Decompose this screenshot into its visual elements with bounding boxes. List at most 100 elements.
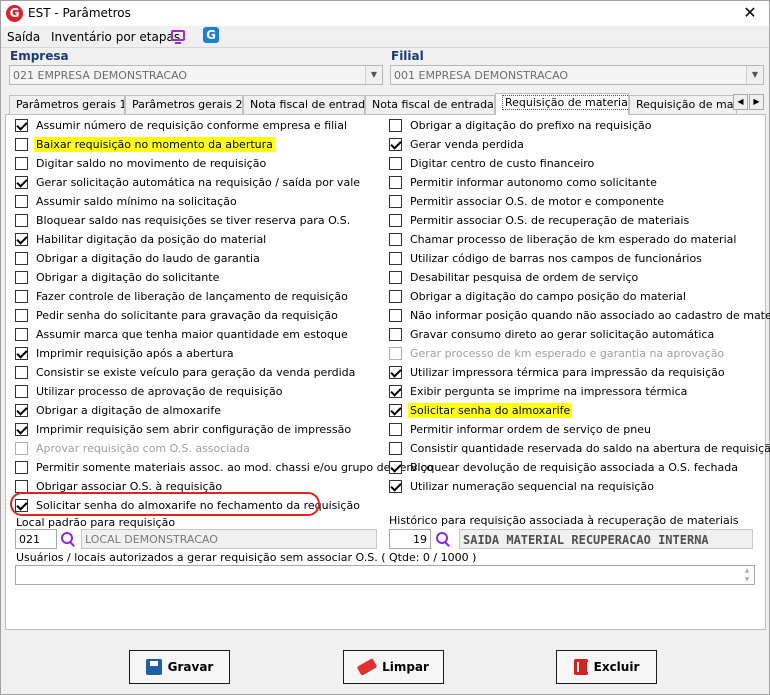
right-option[interactable]: Não informar posição quando não associad… (389, 307, 770, 324)
checkbox[interactable] (389, 271, 402, 284)
checkbox[interactable] (15, 309, 28, 322)
checkbox[interactable] (389, 176, 402, 189)
checkbox[interactable] (389, 214, 402, 227)
right-option[interactable]: Permitir associar O.S. de motor e compon… (389, 193, 666, 210)
local-padrao-code-input[interactable]: 021 (15, 529, 57, 549)
empresa-select[interactable]: 021 EMPRESA DEMONSTRACAO ▼ (9, 65, 383, 85)
tab-nota-fiscal-entrada[interactable]: Nota fiscal de entrada (243, 95, 365, 114)
chevron-down-icon[interactable]: ▼ (365, 66, 382, 84)
right-option[interactable]: Gravar consumo direto ao gerar solicitaç… (389, 326, 716, 343)
tab-parametros-gerais-2[interactable]: Parâmetros gerais 2 (125, 95, 243, 114)
right-option[interactable]: Consistir quantidade reservada do saldo … (389, 440, 770, 457)
checkbox[interactable] (15, 385, 28, 398)
checkbox[interactable] (389, 138, 402, 151)
right-option[interactable]: Permitir associar O.S. de recuperação de… (389, 212, 691, 229)
left-option[interactable]: Pedir senha do solicitante para gravação… (15, 307, 340, 324)
app-logo-icon[interactable]: G (203, 27, 219, 43)
left-option[interactable]: Consistir se existe veículo para geração… (15, 364, 357, 381)
tab-parametros-gerais-1[interactable]: Parâmetros gerais 1 (9, 95, 125, 114)
checkbox[interactable] (15, 214, 28, 227)
historico-code-input[interactable]: 19 (389, 529, 431, 549)
checkbox[interactable] (389, 442, 402, 455)
checkbox[interactable] (15, 176, 28, 189)
scroll-up-icon[interactable]: ▲ (741, 567, 753, 575)
search-icon[interactable] (435, 531, 451, 547)
checkbox[interactable] (15, 461, 28, 474)
checkbox[interactable] (389, 290, 402, 303)
left-option[interactable]: Fazer controle de liberação de lançament… (15, 288, 350, 305)
checkbox[interactable] (389, 385, 402, 398)
right-option[interactable]: Desabilitar pesquisa de ordem de serviço (389, 269, 640, 286)
left-option[interactable]: Permitir somente materiais assoc. ao mod… (15, 459, 435, 476)
left-option[interactable]: Baixar requisição no momento da abertura (15, 136, 275, 153)
checkbox[interactable] (15, 366, 28, 379)
checkbox[interactable] (389, 195, 402, 208)
right-option[interactable]: Permitir informar ordem de serviço de pn… (389, 421, 653, 438)
right-option[interactable]: Utilizar código de barras nos campos de … (389, 250, 704, 267)
tab-scroll-left-icon[interactable]: ◀ (733, 94, 748, 110)
left-option[interactable]: Imprimir requisição sem abrir configuraç… (15, 421, 353, 438)
checkbox[interactable] (389, 404, 402, 417)
checkbox[interactable] (389, 233, 402, 246)
checkbox[interactable] (389, 157, 402, 170)
right-option[interactable]: Digitar centro de custo financeiro (389, 155, 596, 172)
chevron-down-icon[interactable]: ▼ (746, 66, 763, 84)
left-option[interactable]: Assumir marca que tenha maior quantidade… (15, 326, 350, 343)
delete-button[interactable]: Excluir (556, 650, 657, 684)
left-option[interactable]: Assumir saldo mínimo na solicitação (15, 193, 239, 210)
menu-saida[interactable]: Saída (7, 30, 40, 44)
checkbox[interactable] (389, 252, 402, 265)
right-option[interactable]: Obrigar a digitação do campo posição do … (389, 288, 688, 305)
right-option[interactable]: Bloquear devolução de requisição associa… (389, 459, 740, 476)
checkbox[interactable] (15, 271, 28, 284)
left-option[interactable]: Habilitar digitação da posição do materi… (15, 231, 268, 248)
tab-nota-fiscal-entrada-2[interactable]: Nota fiscal de entrada 2 (365, 95, 495, 114)
right-option[interactable]: Gerar venda perdida (389, 136, 526, 153)
usuarios-input[interactable]: ▲ ▼ (15, 565, 755, 585)
checkbox[interactable] (389, 366, 402, 379)
tab-scroll-right-icon[interactable]: ▶ (749, 94, 764, 110)
right-option[interactable]: Utilizar numeração sequencial na requisi… (389, 478, 656, 495)
left-option[interactable]: Obrigar a digitação de almoxarife (15, 402, 223, 419)
tab-requisicao-materiais[interactable]: Requisição de materiais (495, 93, 629, 115)
monitor-icon[interactable] (171, 30, 185, 44)
checkbox[interactable] (389, 328, 402, 341)
right-option[interactable]: Utilizar impressora térmica para impress… (389, 364, 727, 381)
tab-requisicao-materiais-2[interactable]: Requisição de materiais (629, 95, 737, 114)
left-option[interactable]: Imprimir requisição após a abertura (15, 345, 236, 362)
checkbox[interactable] (389, 423, 402, 436)
checkbox[interactable] (15, 347, 28, 360)
checkbox[interactable] (389, 461, 402, 474)
right-option[interactable]: Exibir pergunta se imprime na impressora… (389, 383, 689, 400)
checkbox[interactable] (15, 252, 28, 265)
right-option[interactable]: Solicitar senha do almoxarife (389, 402, 573, 419)
checkbox[interactable] (15, 290, 28, 303)
checkbox[interactable] (15, 233, 28, 246)
left-option[interactable]: Utilizar processo de aprovação de requis… (15, 383, 284, 400)
checkbox[interactable] (389, 480, 402, 493)
checkbox[interactable] (15, 119, 28, 132)
right-option[interactable]: Permitir informar autonomo como solicita… (389, 174, 659, 191)
left-option[interactable]: Obrigar a digitação do solicitante (15, 269, 221, 286)
checkbox[interactable] (389, 119, 402, 132)
right-option[interactable]: Chamar processo de liberação de km esper… (389, 231, 738, 248)
checkbox[interactable] (389, 309, 402, 322)
menu-inventario-por-etapas[interactable]: Inventário por etapas (51, 30, 180, 44)
filial-select[interactable]: 001 EMPRESA DEMONSTRACAO ▼ (390, 65, 764, 85)
right-option[interactable]: Obrigar a digitação do prefixo na requis… (389, 117, 653, 134)
clear-button[interactable]: Limpar (343, 650, 444, 684)
checkbox[interactable] (15, 404, 28, 417)
left-option[interactable]: Assumir número de requisição conforme em… (15, 117, 349, 134)
left-option[interactable]: Obrigar a digitação do laudo de garantia (15, 250, 262, 267)
left-option[interactable]: Digitar saldo no movimento de requisição (15, 155, 268, 172)
save-button[interactable]: Gravar (129, 650, 230, 684)
search-icon[interactable] (60, 531, 76, 547)
checkbox[interactable] (15, 157, 28, 170)
left-option[interactable]: Bloquear saldo nas requisições se tiver … (15, 212, 352, 229)
checkbox[interactable] (15, 423, 28, 436)
scroll-down-icon[interactable]: ▼ (741, 576, 753, 584)
left-option[interactable]: Gerar solicitação automática na requisiç… (15, 174, 362, 191)
checkbox[interactable] (15, 138, 28, 151)
checkbox[interactable] (15, 328, 28, 341)
close-icon[interactable]: ✕ (739, 3, 761, 23)
